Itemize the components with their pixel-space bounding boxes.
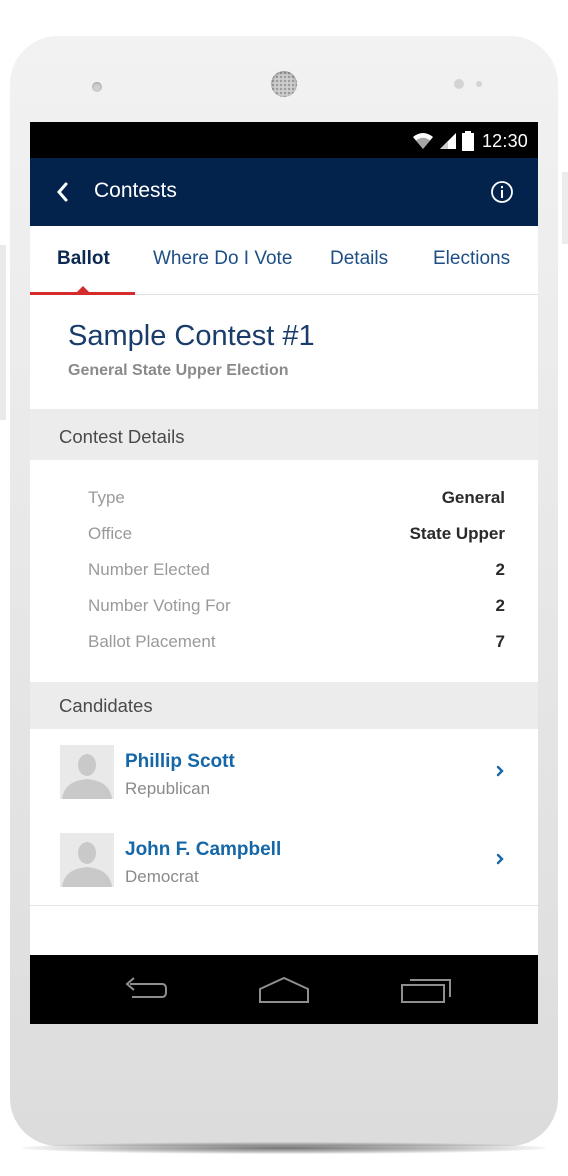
battery-icon xyxy=(461,131,474,151)
earpiece-speaker xyxy=(271,71,297,97)
detail-row-ballot-placement: Ballot Placement 7 xyxy=(88,632,505,656)
navigation-bar xyxy=(30,955,538,1024)
tab-active-indicator xyxy=(30,292,135,295)
avatar xyxy=(60,833,114,887)
detail-row-office: Office State Upper xyxy=(88,524,505,548)
person-placeholder-icon xyxy=(62,754,112,799)
info-icon[interactable] xyxy=(490,180,514,204)
status-bar: 12:30 xyxy=(30,122,538,158)
avatar xyxy=(60,745,114,799)
candidates-heading: Candidates xyxy=(59,695,153,716)
detail-value: 2 xyxy=(495,560,505,579)
candidates-header: Candidates xyxy=(30,682,538,730)
nav-recent-apps-icon[interactable] xyxy=(398,975,454,1005)
candidate-party: Democrat xyxy=(125,867,199,886)
chevron-left-icon[interactable] xyxy=(54,178,72,206)
light-sensor xyxy=(476,81,482,87)
tab-where-do-i-vote[interactable]: Where Do I Vote xyxy=(153,248,292,270)
detail-value: 7 xyxy=(495,632,505,651)
detail-label: Office xyxy=(88,524,133,543)
wifi-icon xyxy=(412,133,433,149)
app-bar: Contests xyxy=(30,158,538,226)
tab-bar: Ballot Where Do I Vote Details Elections xyxy=(30,226,538,295)
proximity-sensor xyxy=(92,82,102,92)
chevron-right-icon[interactable] xyxy=(494,849,506,869)
background-card-right xyxy=(562,172,568,244)
candidate-row[interactable]: John F. Campbell Democrat xyxy=(30,817,538,906)
candidate-name[interactable]: John F. Campbell xyxy=(125,839,281,861)
person-placeholder-icon xyxy=(62,842,112,887)
detail-row-number-elected: Number Elected 2 xyxy=(88,560,505,584)
phone-screen: 12:30 Contests Ballot Where Do I Vote De… xyxy=(30,122,538,1024)
signal-icon xyxy=(439,133,456,149)
detail-row-type: Type General xyxy=(88,488,505,512)
detail-row-number-voting-for: Number Voting For 2 xyxy=(88,596,505,620)
candidate-name[interactable]: Phillip Scott xyxy=(125,751,235,773)
detail-label: Type xyxy=(88,488,125,507)
tab-elections[interactable]: Elections xyxy=(433,248,510,270)
candidate-row[interactable]: Phillip Scott Republican xyxy=(30,729,538,818)
nav-back-icon[interactable] xyxy=(118,975,170,1005)
detail-value: 2 xyxy=(495,596,505,615)
nav-home-icon[interactable] xyxy=(256,975,312,1005)
contest-title: Sample Contest #1 xyxy=(68,320,315,352)
detail-label: Ballot Placement xyxy=(88,632,216,651)
status-time: 12:30 xyxy=(481,130,528,151)
detail-label: Number Elected xyxy=(88,560,210,579)
status-icons: 12:30 xyxy=(412,130,528,152)
tab-ballot[interactable]: Ballot xyxy=(57,248,110,270)
chevron-right-icon[interactable] xyxy=(494,761,506,781)
detail-value: General xyxy=(441,488,505,507)
candidate-party: Republican xyxy=(125,779,211,798)
background-card-left xyxy=(0,245,6,420)
contest-details-heading: Contest Details xyxy=(59,426,185,447)
page-title: Contests xyxy=(94,179,177,202)
front-camera xyxy=(454,79,464,89)
detail-value: State Upper xyxy=(409,524,505,543)
phone-shadow xyxy=(22,1142,546,1154)
tab-details[interactable]: Details xyxy=(330,248,388,270)
contest-details-header: Contest Details xyxy=(30,409,538,460)
contest-subtitle: General State Upper Election xyxy=(68,362,289,379)
detail-label: Number Voting For xyxy=(88,596,231,615)
